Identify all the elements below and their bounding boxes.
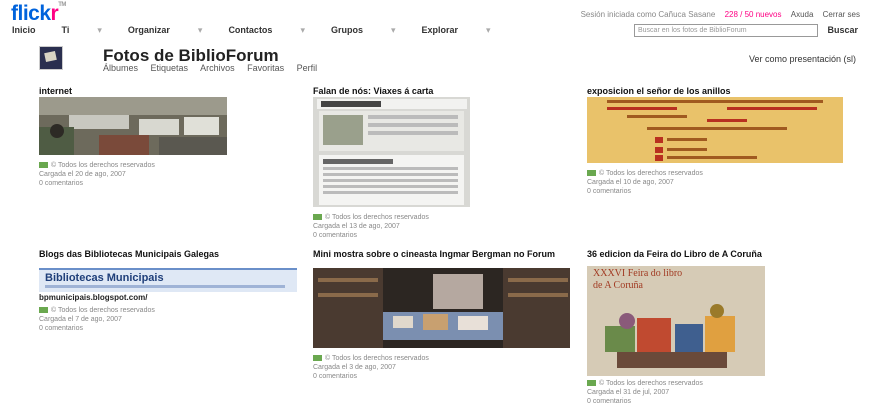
tab-favoritas[interactable]: Favoritas xyxy=(247,63,284,73)
nav-contactos-label: Contactos xyxy=(228,25,273,35)
upload-date: Cargada el 7 de ago, 2007 xyxy=(39,316,122,323)
nav-ti[interactable]: Ti ▾ xyxy=(62,25,102,35)
poster-illustration xyxy=(605,304,735,368)
nav-explorar[interactable]: Explorar ▾ xyxy=(422,25,491,35)
logo-tm: TM xyxy=(58,2,66,8)
photo-meta: © Todos los derechos reservados Cargada … xyxy=(313,351,533,381)
comments-link[interactable]: 0 comentarios xyxy=(39,179,239,188)
cc-license-icon[interactable] xyxy=(39,162,48,169)
photo-title[interactable]: Falan de nós: Viaxes á carta xyxy=(313,86,563,96)
comments-link[interactable]: 0 comentarios xyxy=(39,324,269,333)
upload-date: Cargada el 3 de ago, 2007 xyxy=(313,364,396,371)
photo-item: 36 edicion da Feira do Libro de A Coruña xyxy=(587,249,857,259)
photo-title[interactable]: internet xyxy=(39,86,239,96)
photo-title[interactable]: Blogs das Bibliotecas Municipais Galegas xyxy=(39,249,269,259)
photo-item: exposicion el señor de los anillos xyxy=(587,86,857,96)
tab-etiquetas[interactable]: Etiquetas xyxy=(151,63,189,73)
chevron-down-icon[interactable]: ▾ xyxy=(486,25,491,35)
comments-link[interactable]: 0 comentarios xyxy=(313,231,533,240)
rights-text: © Todos los derechos reservados xyxy=(51,162,155,169)
photo-thumbnail[interactable]: Bibliotecas Municipais xyxy=(39,268,297,292)
main-nav: Inicio Ti ▾ Organizar ▾ Contactos ▾ Grupos ▾ Expl… xyxy=(12,25,517,36)
photo-title[interactable]: Mini mostra sobre o cineasta Ingmar Berg… xyxy=(313,249,563,259)
chevron-down-icon[interactable]: ▾ xyxy=(391,25,396,35)
rights-text: © Todos los derechos reservados xyxy=(325,355,429,362)
banner-subtitle-line xyxy=(45,285,285,288)
chevron-down-icon[interactable]: ▾ xyxy=(198,25,203,35)
rights-text: © Todos los derechos reservados xyxy=(599,170,703,177)
cc-license-icon[interactable] xyxy=(313,214,322,221)
photo-title[interactable]: exposicion el señor de los anillos xyxy=(587,86,857,96)
upload-date: Cargada el 31 de jul, 2007 xyxy=(587,389,670,396)
photo-item: Blogs das Bibliotecas Municipais Galegas xyxy=(39,249,269,259)
photo-item: Mini mostra sobre o cineasta Ingmar Berg… xyxy=(313,249,563,259)
tab-archivos[interactable]: Archivos xyxy=(200,63,235,73)
nav-explorar-label: Explorar xyxy=(421,25,459,35)
upload-date: Cargada el 13 de ago, 2007 xyxy=(313,223,400,230)
messages-link[interactable]: 228 / 50 nuevos xyxy=(725,10,782,19)
photo-thumbnail[interactable] xyxy=(313,97,470,207)
logout-link[interactable]: Cerrar ses xyxy=(823,10,860,19)
banner-title: Bibliotecas Municipais xyxy=(45,272,164,284)
photo-thumbnail[interactable]: XXXVI Feira do libro de A Coruña xyxy=(587,266,765,376)
cc-license-icon[interactable] xyxy=(39,307,48,314)
help-link[interactable]: Axuda xyxy=(791,10,814,19)
photo-meta: © Todos los derechos reservados Cargada … xyxy=(39,158,239,188)
nav-inicio[interactable]: Inicio xyxy=(12,25,36,35)
photo-meta: © Todos los derechos reservados Cargada … xyxy=(587,379,837,406)
photo-thumbnail[interactable] xyxy=(39,97,227,155)
search-input[interactable]: Buscar en los fotos de BiblioForum xyxy=(634,24,818,37)
nav-organizar-label: Organizar xyxy=(127,25,170,35)
account-bar: Sesión iniciada como Cañuca Sasane 228 /… xyxy=(581,10,860,19)
upload-date: Cargada el 10 de ago, 2007 xyxy=(587,179,674,186)
session-text: Sesión iniciada como Cañuca Sasane xyxy=(580,10,716,19)
search-button[interactable]: Buscar xyxy=(827,25,858,35)
tab-albumes[interactable]: Álbumes xyxy=(103,63,138,73)
blog-url[interactable]: bpmunicipais.blogspot.com/ xyxy=(39,293,269,303)
rights-text: © Todos los derechos reservados xyxy=(599,380,703,387)
photo-meta: bpmunicipais.blogspot.com/ © Todos los d… xyxy=(39,293,269,333)
photo-image xyxy=(313,268,570,348)
chevron-down-icon[interactable]: ▾ xyxy=(97,25,102,35)
profile-tabs: Álbumes Etiquetas Archivos Favoritas Per… xyxy=(103,63,327,73)
photo-meta: © Todos los derechos reservados Cargada … xyxy=(313,210,533,240)
photo-title[interactable]: 36 edicion da Feira do Libro de A Coruña xyxy=(587,249,857,259)
nav-grupos-label: Grupos xyxy=(330,25,363,35)
photo-image xyxy=(587,97,843,163)
cc-license-icon[interactable] xyxy=(587,380,596,387)
photo-thumbnail[interactable] xyxy=(587,97,843,163)
tab-perfil[interactable]: Perfil xyxy=(297,63,318,73)
cc-license-icon[interactable] xyxy=(587,170,596,177)
nav-grupos[interactable]: Grupos ▾ xyxy=(331,25,396,35)
comments-link[interactable]: 0 comentarios xyxy=(313,372,533,381)
photo-item: Falan de nós: Viaxes á carta xyxy=(313,86,563,96)
avatar[interactable] xyxy=(39,46,63,70)
photo-image xyxy=(313,97,470,207)
photo-thumbnail[interactable] xyxy=(313,268,570,348)
cc-license-icon[interactable] xyxy=(313,355,322,362)
comments-link[interactable]: 0 comentarios xyxy=(587,397,837,406)
nav-contactos[interactable]: Contactos ▾ xyxy=(228,25,305,35)
photo-image xyxy=(39,97,227,155)
nav-ti-label: Ti xyxy=(61,25,70,35)
chevron-down-icon[interactable]: ▾ xyxy=(300,25,305,35)
upload-date: Cargada el 20 de ago, 2007 xyxy=(39,171,126,178)
flickr-logo[interactable]: flickrTM xyxy=(11,2,66,26)
nav-organizar[interactable]: Organizar ▾ xyxy=(128,25,203,35)
rights-text: © Todos los derechos reservados xyxy=(51,307,155,314)
photo-item: internet xyxy=(39,86,239,96)
photo-meta: © Todos los derechos reservados Cargada … xyxy=(587,166,837,196)
comments-link[interactable]: 0 comentarios xyxy=(587,187,837,196)
logo-text: flick xyxy=(11,2,51,25)
slideshow-link[interactable]: Ver como presentación (sl) xyxy=(749,54,856,64)
rights-text: © Todos los derechos reservados xyxy=(325,214,429,221)
